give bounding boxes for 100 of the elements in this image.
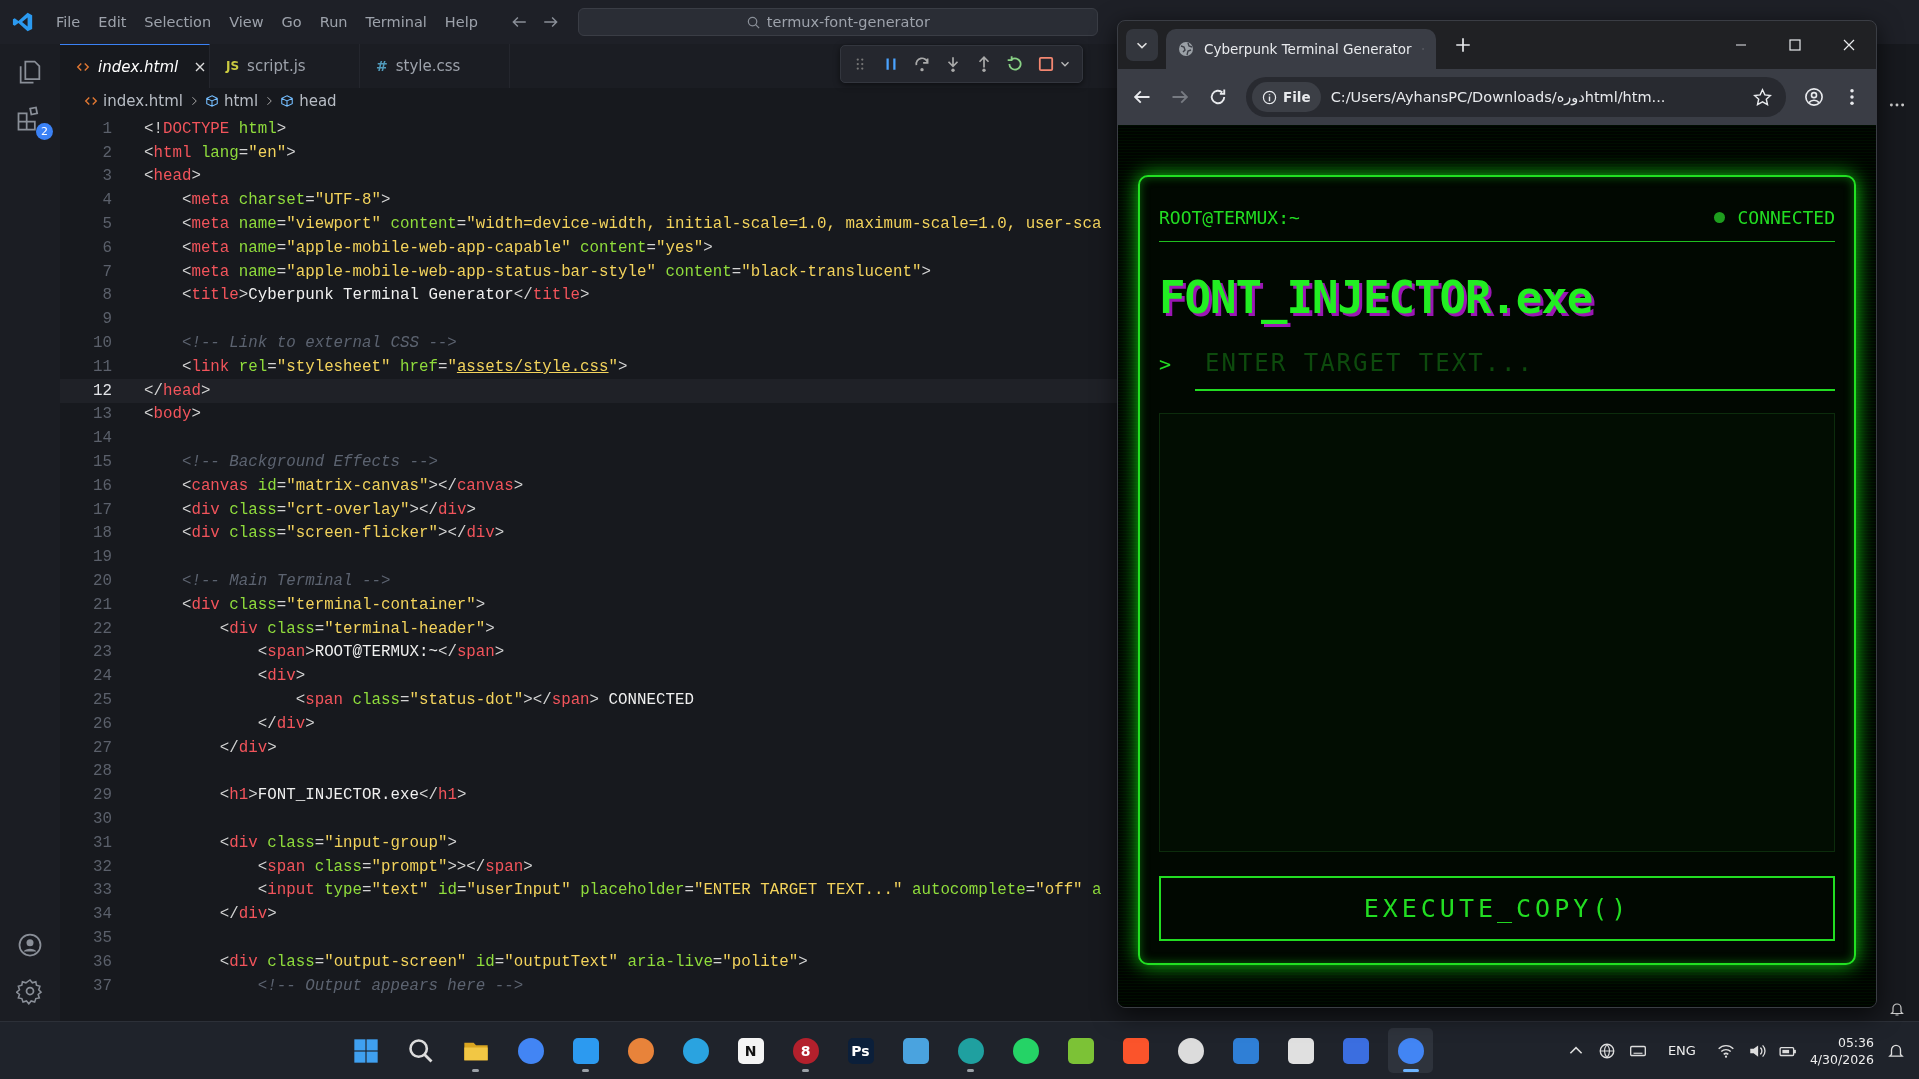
code-line: <!-- Link to external CSS --> [180,334,457,353]
tab-list-button[interactable] [1126,29,1158,61]
code-line: <!DOCTYPE html> [144,119,287,138]
cube-icon [280,94,295,108]
search-icon [406,1036,435,1065]
profile-icon[interactable] [1804,87,1824,107]
menu-item[interactable]: Terminal [365,14,427,30]
globe-icon[interactable] [1597,1041,1616,1060]
line-number: 11 [92,357,113,376]
code-line: </div> [256,714,315,733]
code-line: <body> [144,405,201,424]
notification-badge: 2 [36,123,53,140]
language-indicator[interactable]: ENG [1667,1043,1696,1058]
line-number: 34 [92,905,113,924]
code-line: <div class="input-group"> [218,833,457,852]
line-number: 32 [92,857,113,876]
code-line: <div class="screen-flicker"></div> [180,524,505,543]
menu-item[interactable]: Edit [98,14,127,30]
code-line: <span class="prompt">></span> [256,857,533,876]
code-file-icon [84,94,98,108]
clock-time[interactable]: 05:36 [1837,1034,1874,1050]
restart-icon[interactable] [1006,55,1024,73]
status-text: CONNECTED [1737,206,1835,228]
line-number: 29 [92,786,113,805]
search-icon [745,14,761,30]
url-text: C:/Users/AyhansPC/Downloads/دورهhtml/htm... [1330,89,1667,105]
app-icon: Ps [847,1037,874,1064]
prompt-symbol: > [1159,352,1173,376]
line-number: 36 [92,952,113,971]
code-line: <html lang="en"> [144,143,296,162]
code-line: </div> [218,738,277,757]
code-line: <h1>FONT_INJECTOR.exe</h1> [218,786,467,805]
line-number: 27 [92,738,113,757]
code-line: <canvas id="matrix-canvas"></canvas> [180,476,524,495]
line-number: 26 [92,714,113,733]
reload-icon[interactable] [1208,87,1228,107]
taskbar-app[interactable]: N [728,1028,773,1073]
code-line: <meta name="apple-mobile-web-app-status-bar-style" content="black-translucent"> [180,262,931,281]
code-line: <span class="status-dot"></span> CONNECTED [294,691,694,709]
step-over-icon[interactable] [913,55,931,73]
line-number: 17 [92,500,113,519]
clock-date[interactable]: 4/30/2026 [1809,1051,1874,1067]
stop-icon[interactable] [1037,55,1055,73]
account-icon[interactable] [16,931,44,959]
line-number: 2 [101,143,113,162]
app-logo-icon [12,11,34,33]
breadcrumb-item[interactable]: html [224,92,259,110]
breadcrumb-item[interactable]: index.html [103,92,183,110]
notification-icon[interactable] [1889,1001,1905,1017]
menu-item[interactable]: Help [444,14,478,30]
code-line: <title>Cyberpunk Terminal Generator</title> [180,286,590,305]
settings-icon[interactable] [16,977,44,1005]
taskbar-app[interactable] [1388,1028,1433,1073]
line-number: 13 [92,405,113,424]
code-line: <div class="terminal-header"> [218,619,495,638]
line-number: 14 [92,429,113,448]
browser-tab[interactable]: Cyberpunk Terminal Generator [1166,29,1436,69]
menu-item[interactable]: File [56,14,81,30]
text-input[interactable]: ENTER TARGET TEXT... [1195,337,1835,391]
site-info-chip[interactable]: File [1252,82,1321,112]
code-line: <link rel="stylesheet" href="assets/style.css"> [180,357,628,376]
line-number: 4 [101,191,113,210]
menu-item[interactable]: Go [281,14,302,30]
code-line: <!-- Output appears here --> [256,976,524,995]
line-number: 3 [101,167,113,186]
editor-tab[interactable]: index.html [60,44,210,88]
line-number: 37 [92,976,113,995]
line-number: 6 [101,238,113,257]
line-number: 35 [92,929,113,947]
line-number: 7 [101,262,113,281]
line-number: 9 [101,310,113,329]
line-number: 18 [92,524,113,543]
line-number: 1 [101,119,113,138]
maximize-icon[interactable] [1787,37,1803,53]
windows-icon [351,1036,380,1065]
code-line: </div> [218,905,277,924]
app-icon: 8 [792,1037,819,1064]
line-number: 16 [92,476,113,495]
code-line: <div class="output-screen" id="outputText" aria-live="polite"> [218,952,808,971]
line-number: 22 [92,619,113,638]
code-line: </head> [144,381,211,400]
line-number: 20 [92,572,113,591]
app-icon: N [737,1037,764,1064]
taskbar-app[interactable]: 8 [783,1028,828,1073]
taskbar-app[interactable]: Ps [838,1028,883,1073]
search-field[interactable]: termux-font-generator [577,8,1098,36]
menu-item[interactable]: Selection [144,14,212,30]
menu-item[interactable]: View [229,14,264,30]
bookmark-star-icon[interactable] [1753,87,1772,107]
cube-icon [205,94,219,108]
editor-tab[interactable]: JS script.js [210,44,360,88]
line-number: 30 [92,810,113,828]
code-line: <div class="terminal-container"> [180,595,486,614]
new-tab-icon[interactable] [1454,36,1472,54]
breadcrumb-item[interactable]: head [299,92,337,110]
code-line: <head> [144,167,201,186]
editor-tab[interactable]: # style.css [360,44,510,88]
terminal-user: ROOT@TERMUX:~ [1159,206,1300,228]
menu-item[interactable]: Run [319,14,348,30]
execute-button[interactable]: EXECUTE_COPY() [1159,876,1835,941]
